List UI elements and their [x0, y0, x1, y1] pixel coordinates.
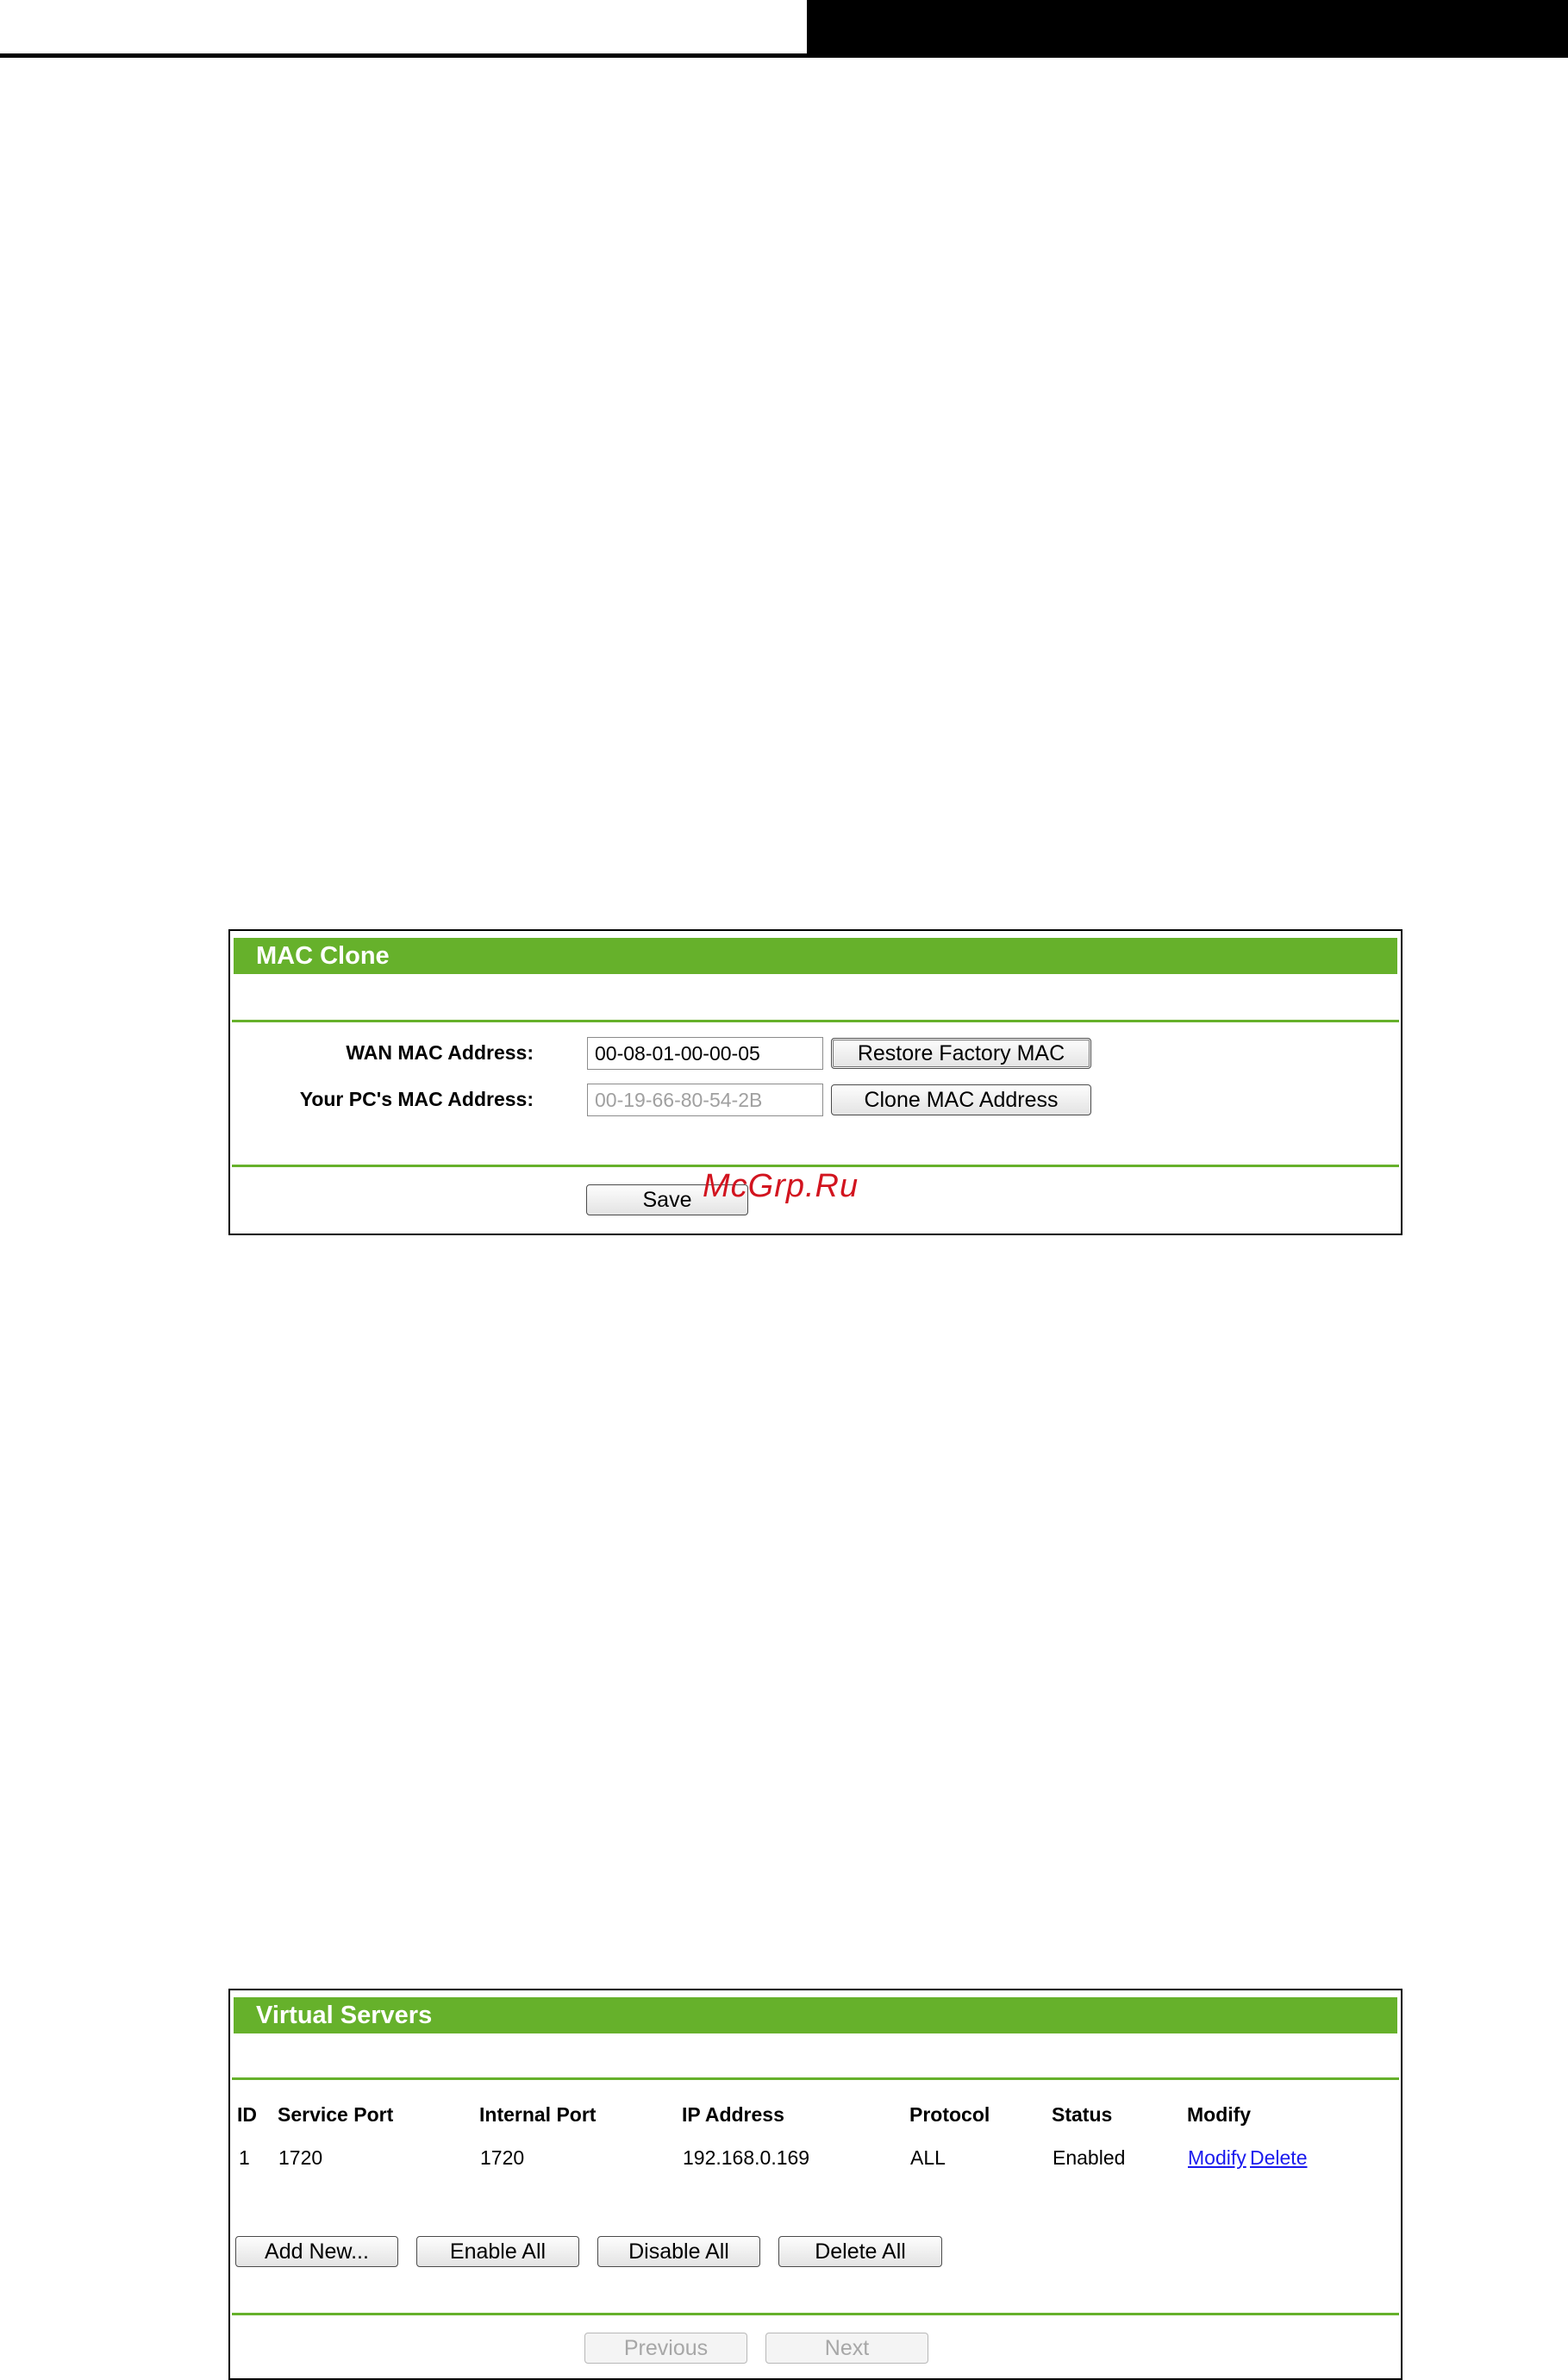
column-header-service-port: Service Port	[278, 2103, 394, 2126]
column-header-ip-address: IP Address	[682, 2103, 784, 2126]
column-header-modify: Modify	[1187, 2103, 1252, 2126]
pc-mac-label: Your PC's MAC Address:	[299, 1088, 534, 1110]
clone-mac-address-button[interactable]: Clone MAC Address	[831, 1084, 1091, 1115]
delete-all-button[interactable]: Delete All	[778, 2236, 942, 2267]
watermark-text: McGrp.Ru	[703, 1168, 859, 1204]
virtual-servers-panel: Virtual Servers ID Service Port Internal…	[228, 1989, 1402, 2380]
row-ip-address: 192.168.0.169	[683, 2146, 810, 2169]
row-id: 1	[239, 2146, 250, 2169]
previous-button[interactable]: Previous	[584, 2333, 747, 2364]
row-delete-link[interactable]: Delete	[1250, 2145, 1307, 2171]
row-status: Enabled	[1053, 2146, 1126, 2169]
header-rule	[0, 53, 1568, 58]
mac-clone-bottom-divider	[232, 1165, 1399, 1167]
column-header-internal-port: Internal Port	[479, 2103, 597, 2126]
disable-all-button[interactable]: Disable All	[597, 2236, 760, 2267]
mac-clone-top-divider	[232, 1020, 1399, 1022]
column-header-id: ID	[237, 2103, 257, 2126]
column-header-status: Status	[1052, 2103, 1113, 2126]
mac-clone-title: MAC Clone	[234, 938, 1397, 974]
row-internal-port: 1720	[480, 2146, 525, 2169]
add-new-button[interactable]: Add New...	[235, 2236, 398, 2267]
next-button[interactable]: Next	[765, 2333, 928, 2364]
virtual-servers-title: Virtual Servers	[234, 1997, 1397, 2033]
row-protocol: ALL	[910, 2146, 946, 2169]
virtual-servers-bottom-divider	[232, 2313, 1399, 2315]
column-header-protocol: Protocol	[909, 2103, 990, 2126]
row-service-port: 1720	[278, 2146, 323, 2169]
header-black-block	[807, 0, 1568, 58]
enable-all-button[interactable]: Enable All	[416, 2236, 579, 2267]
pc-mac-input	[587, 1084, 823, 1116]
row-modify-link[interactable]: Modify	[1188, 2145, 1246, 2171]
wan-mac-label: WAN MAC Address:	[346, 1041, 534, 1064]
restore-factory-mac-button[interactable]: Restore Factory MAC	[831, 1038, 1091, 1069]
wan-mac-input[interactable]	[587, 1037, 823, 1070]
virtual-servers-top-divider	[232, 2077, 1399, 2080]
